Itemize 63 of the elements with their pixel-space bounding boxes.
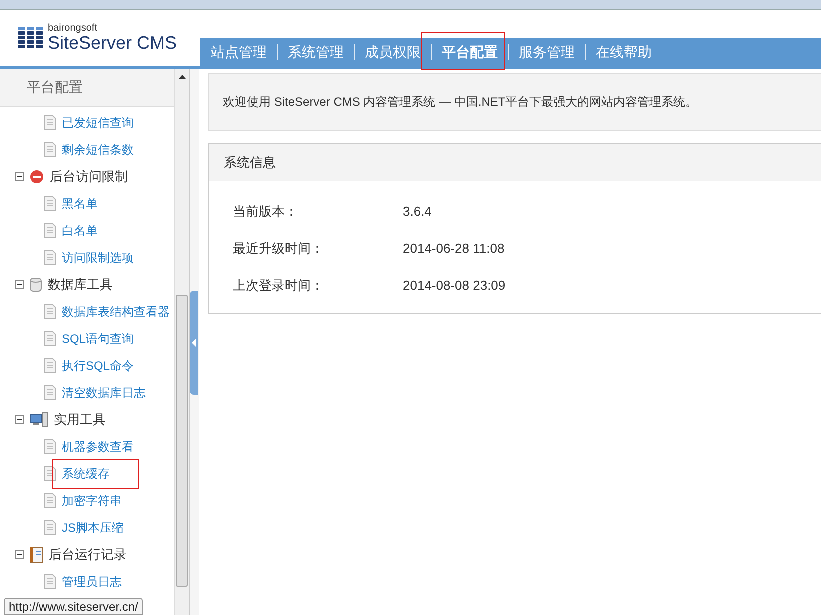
tree-link[interactable]: 加密字符串	[62, 492, 122, 510]
nav-tab[interactable]: 站点管理	[210, 42, 268, 62]
info-label: 当前版本：	[233, 202, 299, 221]
scroll-thumb[interactable]	[176, 295, 188, 587]
nav-tab[interactable]: 成员权限	[364, 42, 422, 62]
stop-icon	[30, 170, 44, 184]
collapse-icon[interactable]	[15, 172, 24, 181]
computer-icon	[30, 412, 48, 427]
document-icon	[44, 439, 56, 454]
tree-link[interactable]: SQL语句查询	[62, 330, 134, 348]
database-icon	[30, 278, 42, 292]
nav-tab[interactable]: 平台配置	[441, 42, 499, 62]
collapse-icon[interactable]	[15, 415, 24, 424]
document-icon	[44, 142, 56, 157]
document-icon	[44, 304, 56, 319]
document-icon	[44, 493, 56, 508]
tree-link[interactable]: 白名单	[62, 222, 98, 240]
brand-name: bairongsoft	[48, 24, 98, 34]
logo-mark-icon	[18, 27, 44, 49]
tree-link[interactable]: 机器参数查看	[62, 438, 134, 456]
tree-link[interactable]: 系统缓存	[62, 464, 110, 482]
sidebar-title: 平台配置	[0, 69, 174, 107]
collapse-icon[interactable]	[15, 280, 24, 289]
splitter-handle[interactable]	[190, 291, 198, 395]
document-icon	[44, 358, 56, 373]
tree-link[interactable]: 黑名单	[62, 194, 98, 212]
nav-tab[interactable]: 系统管理	[287, 42, 345, 62]
info-value: 3.6.4	[403, 202, 432, 221]
document-icon	[44, 196, 56, 211]
nav-tab[interactable]: 在线帮助	[595, 42, 653, 62]
document-icon	[44, 115, 56, 130]
tree-group-label[interactable]: 后台运行记录	[49, 544, 127, 564]
collapse-icon[interactable]	[15, 550, 24, 559]
nav-tab[interactable]: 服务管理	[518, 42, 576, 62]
tree-link[interactable]: 剩余短信条数	[62, 140, 134, 158]
scrollbar[interactable]	[174, 69, 189, 615]
tree-group-label[interactable]: 实用工具	[54, 410, 106, 430]
welcome-text: 欢迎使用 SiteServer CMS 内容管理系统 — 中国.NET平台下最强大的网站内容管理系统。	[223, 94, 698, 111]
tree-link[interactable]: 已发短信查询	[62, 114, 134, 132]
tree-link[interactable]: 执行SQL命令	[62, 356, 134, 374]
tree-link[interactable]: 访问限制选项	[62, 248, 134, 266]
info-value: 2014-06-28 11:08	[403, 240, 505, 258]
info-label: 上次登录时间：	[233, 276, 325, 295]
tree-link[interactable]: 清空数据库日志	[62, 384, 146, 402]
tree-link[interactable]: 数据库表结构查看器	[62, 302, 170, 320]
document-icon	[44, 385, 56, 400]
tree-group-label[interactable]: 后台访问限制	[50, 166, 128, 186]
document-icon	[44, 574, 56, 589]
tree-link[interactable]: 管理员日志	[62, 572, 122, 590]
tree-link[interactable]: JS脚本压缩	[62, 518, 124, 536]
document-icon	[44, 331, 56, 346]
scroll-up-icon[interactable]	[178, 75, 186, 79]
product-name: SiteServer CMS	[48, 34, 178, 52]
status-tooltip: http://www.siteserver.cn/	[4, 598, 144, 615]
document-icon	[44, 466, 56, 481]
document-icon	[44, 520, 56, 535]
info-value: 2014-08-08 23:09	[403, 276, 506, 295]
tree-group-label[interactable]: 数据库工具	[48, 274, 113, 294]
panel-header: 系统信息	[209, 144, 821, 181]
logbook-icon	[30, 546, 43, 562]
info-label: 最近升级时间：	[233, 240, 325, 258]
document-icon	[44, 250, 56, 265]
document-icon	[44, 223, 56, 238]
